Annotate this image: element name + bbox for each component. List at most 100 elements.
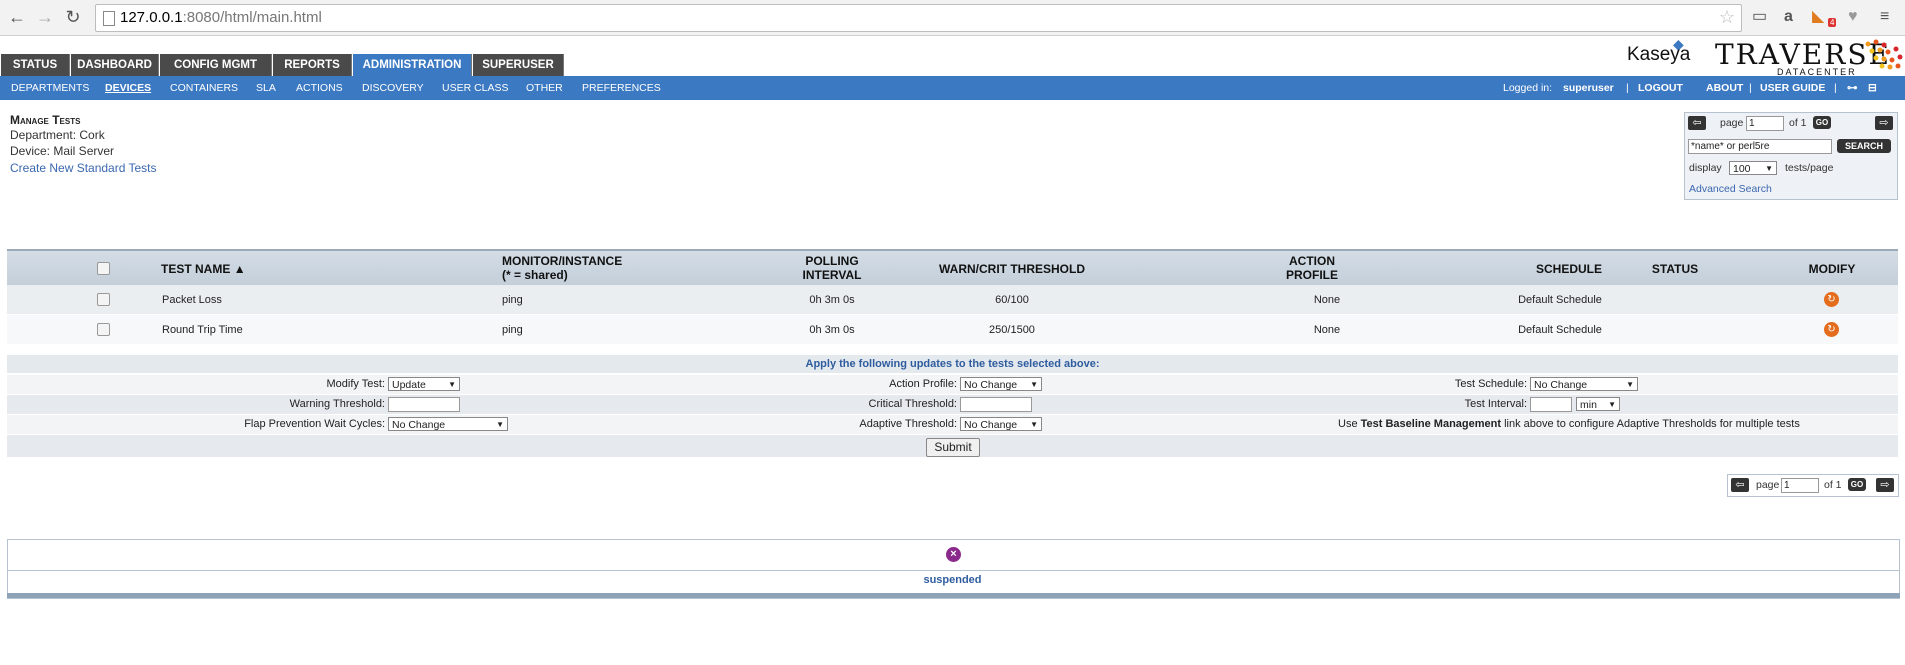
schedule: Default Schedule	[1518, 324, 1602, 336]
adaptive-threshold-label: Adaptive Threshold:	[859, 418, 957, 430]
forward-icon[interactable]: →	[34, 5, 56, 29]
prev-page-icon[interactable]: ⇦	[1731, 478, 1749, 492]
edit-icon[interactable]: ↻	[1824, 322, 1839, 337]
sub-navigation: DEPARTMENTS DEVICES CONTAINERS SLA ACTIO…	[0, 76, 1905, 100]
tab-status[interactable]: STATUS	[1, 54, 70, 76]
window-icon[interactable]: ⊟	[1868, 76, 1877, 100]
browser-toolbar: ← → ↻ 127.0.0.1:8080/html/main.html ☆ ▭ …	[0, 0, 1905, 36]
col-monitor: MONITOR/INSTANCE (* = shared)	[502, 254, 623, 282]
warning-threshold-label: Warning Threshold:	[289, 398, 385, 410]
warning-threshold-input[interactable]	[388, 397, 460, 412]
page-input[interactable]: 1	[1781, 478, 1819, 493]
divider	[7, 570, 1900, 571]
key-icon[interactable]: ⊶	[1847, 76, 1858, 100]
edit-icon[interactable]: ↻	[1824, 292, 1839, 307]
test-schedule-select[interactable]: No Change ▼	[1530, 377, 1638, 391]
critical-threshold-input[interactable]	[960, 397, 1032, 412]
update-form-title: Apply the following updates to the tests…	[7, 355, 1898, 373]
subnav-devices[interactable]: DEVICES	[105, 76, 151, 100]
flap-prevention-select[interactable]: No Change ▼	[388, 417, 508, 431]
chevron-down-icon: ▼	[1765, 164, 1773, 173]
rss-icon[interactable]: ◣	[1812, 6, 1824, 28]
action-profile: None	[1313, 324, 1341, 336]
brand-dots-icon	[1865, 39, 1903, 70]
col-modify: MODIFY	[1808, 262, 1856, 276]
row-checkbox[interactable]	[97, 293, 110, 306]
page-input[interactable]: 1	[1746, 116, 1784, 131]
menu-icon[interactable]: ≡	[1880, 6, 1889, 28]
next-page-icon[interactable]: ⇨	[1875, 116, 1893, 130]
create-tests-link[interactable]: Create New Standard Tests	[10, 161, 157, 175]
submit-button[interactable]: Submit	[926, 438, 980, 457]
address-bar[interactable]: 127.0.0.1:8080/html/main.html ☆	[95, 4, 1742, 32]
next-page-icon[interactable]: ⇨	[1876, 478, 1894, 492]
test-name: Packet Loss	[162, 294, 222, 306]
interval-unit-select[interactable]: min ▼	[1576, 397, 1620, 411]
about-link[interactable]: ABOUT	[1706, 76, 1743, 100]
separator: |	[1834, 82, 1837, 94]
tab-superuser[interactable]: SUPERUSER	[473, 54, 564, 76]
chevron-down-icon: ▼	[448, 380, 456, 389]
go-button[interactable]: GO	[1813, 116, 1831, 129]
test-interval-label: Test Interval:	[1464, 398, 1527, 410]
subnav-containers[interactable]: CONTAINERS	[170, 76, 238, 100]
tab-config-mgmt[interactable]: CONFIG MGMT	[160, 54, 272, 76]
subnav-departments[interactable]: DEPARTMENTS	[11, 76, 89, 100]
amazon-icon[interactable]: a	[1784, 6, 1793, 28]
adaptive-threshold-select[interactable]: No Change ▼	[960, 417, 1042, 431]
baseline-mgmt-link[interactable]: Test Baseline Management	[1361, 418, 1501, 430]
advanced-search-link[interactable]: Advanced Search	[1689, 183, 1772, 195]
tab-administration[interactable]: ADMINISTRATION	[353, 54, 472, 76]
brand-logo: ◆ Kaseya TRAVERSE DATACENTER	[1615, 36, 1905, 77]
go-button[interactable]: GO	[1848, 478, 1866, 491]
subnav-actions[interactable]: ACTIONS	[296, 76, 343, 100]
subnav-discovery[interactable]: DISCOVERY	[362, 76, 424, 100]
user-guide-link[interactable]: USER GUIDE	[1760, 76, 1825, 100]
critical-threshold-label: Critical Threshold:	[868, 398, 957, 410]
polling-interval: 0h 3m 0s	[809, 324, 855, 336]
row-checkbox[interactable]	[97, 323, 110, 336]
col-test-name[interactable]: TEST NAME ▲	[161, 262, 246, 276]
table-header: TEST NAME ▲ MONITOR/INSTANCE (* = shared)…	[7, 249, 1898, 286]
form-row: Warning Threshold: Critical Threshold: T…	[7, 395, 1898, 414]
reload-icon[interactable]: ↻	[62, 5, 84, 29]
subnav-sla[interactable]: SLA	[256, 76, 276, 100]
search-button[interactable]: SEARCH	[1837, 139, 1891, 153]
test-interval-input[interactable]	[1530, 397, 1572, 412]
page-label: page	[1756, 479, 1780, 491]
extension-icon[interactable]: ♥	[1848, 6, 1858, 28]
select-all-checkbox[interactable]	[97, 262, 110, 275]
col-warn-crit: WARN/CRIT THRESHOLD	[939, 262, 1085, 276]
cast-icon[interactable]: ▭	[1752, 6, 1767, 28]
tab-reports[interactable]: REPORTS	[273, 54, 352, 76]
chevron-down-icon: ▼	[1030, 380, 1038, 389]
col-action-profile: ACTION PROFILE	[1285, 254, 1338, 282]
department-label: Department: Cork	[10, 128, 105, 142]
url-text: 127.0.0.1:8080/html/main.html	[120, 9, 322, 26]
device-label: Device: Mail Server	[10, 144, 115, 158]
prev-page-icon[interactable]: ⇦	[1688, 116, 1706, 130]
logout-link[interactable]: LOGOUT	[1638, 76, 1683, 100]
bookmark-star-icon[interactable]: ☆	[1719, 7, 1735, 28]
subnav-preferences[interactable]: PREFERENCES	[582, 76, 661, 100]
username: superuser	[1563, 82, 1614, 94]
per-page-select[interactable]: 100 ▼	[1729, 161, 1777, 175]
test-name: Round Trip Time	[162, 324, 243, 336]
bottom-pager: ⇦ page 1 of 1 GO ⇨	[1727, 474, 1899, 497]
tab-dashboard[interactable]: DASHBOARD	[71, 54, 159, 76]
threshold: 250/1500	[989, 324, 1035, 336]
search-input[interactable]: *name* or perl5re	[1688, 139, 1832, 154]
separator: |	[1626, 82, 1629, 94]
action-profile-label: Action Profile:	[889, 378, 957, 390]
modify-test-select[interactable]: Update ▼	[388, 377, 460, 391]
subnav-other[interactable]: OTHER	[526, 76, 563, 100]
action-profile-select[interactable]: No Change ▼	[960, 377, 1042, 391]
of-label: of 1	[1824, 479, 1842, 491]
chevron-down-icon: ▼	[1608, 400, 1616, 409]
logged-in-label: Logged in:	[1503, 82, 1553, 94]
back-icon[interactable]: ←	[6, 5, 28, 29]
monitor-instance: ping	[502, 294, 523, 306]
subnav-user-class[interactable]: USER CLASS	[442, 76, 509, 100]
action-profile: None	[1313, 294, 1341, 306]
suspended-label: suspended	[923, 574, 982, 586]
